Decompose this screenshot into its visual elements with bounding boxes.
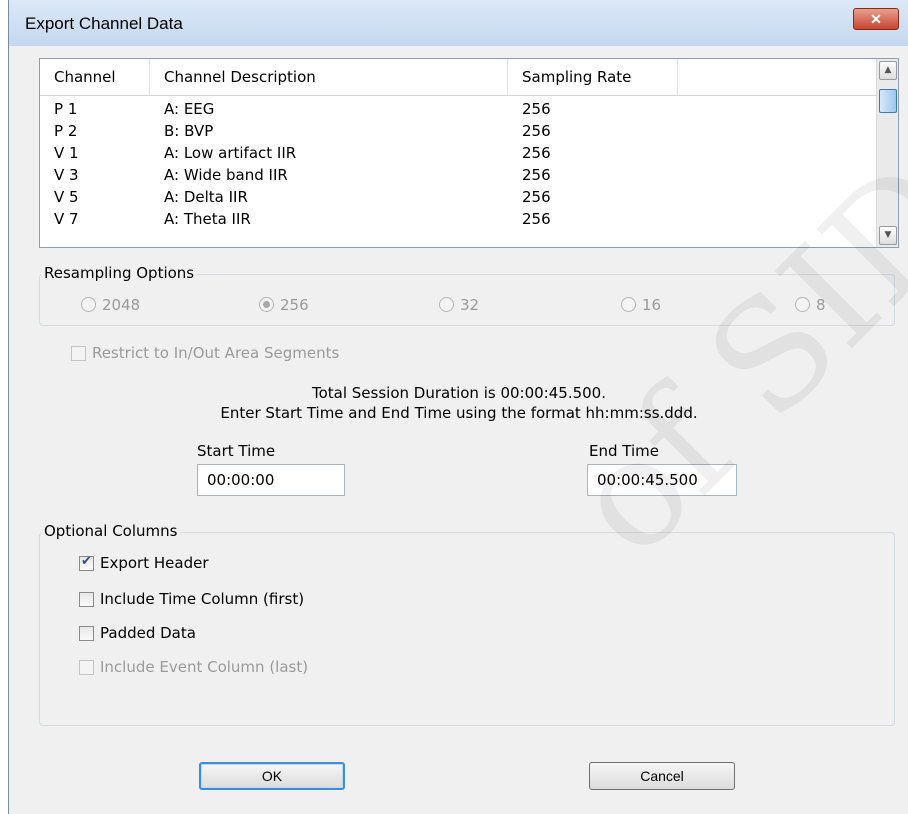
column-header-channel[interactable]: Channel — [40, 59, 150, 95]
channel-list-header: Channel Channel Description Sampling Rat… — [40, 59, 878, 96]
cell-description: A: Theta IIR — [164, 210, 251, 228]
list-item[interactable]: V 5 A: Delta IIR 256 — [40, 185, 878, 207]
cell-channel: V 3 — [54, 166, 79, 184]
checkbox-label: Export Header — [100, 554, 209, 572]
close-icon: ✕ — [870, 11, 882, 27]
export-header-checkbox[interactable]: Export Header — [79, 554, 209, 574]
checkbox-label: Include Time Column (first) — [100, 590, 305, 608]
restrict-segments-checkbox[interactable]: Restrict to In/Out Area Segments — [71, 344, 339, 364]
arrow-up-icon: ▲ — [884, 65, 892, 75]
list-item[interactable]: P 2 B: BVP 256 — [40, 119, 878, 141]
checkbox-indicator — [79, 554, 94, 571]
cell-rate: 256 — [522, 188, 551, 206]
cell-channel: V 7 — [54, 210, 79, 228]
export-dialog: Export Channel Data ✕ Channel Channel De… — [8, 0, 908, 814]
radio-label: 32 — [460, 296, 480, 314]
list-item[interactable]: V 3 A: Wide band IIR 256 — [40, 163, 878, 185]
cell-description: A: Delta IIR — [164, 188, 248, 206]
cell-rate: 256 — [522, 144, 551, 162]
cell-channel: V 1 — [54, 144, 79, 162]
resampling-group-label: Resampling Options — [41, 264, 198, 282]
list-item[interactable]: V 1 A: Low artifact IIR 256 — [40, 141, 878, 163]
scroll-up-button[interactable]: ▲ — [879, 61, 897, 80]
cell-description: A: Low artifact IIR — [164, 144, 297, 162]
column-header-sampling-rate[interactable]: Sampling Rate — [508, 59, 678, 95]
include-event-column-checkbox[interactable]: Include Event Column (last) — [79, 658, 308, 678]
radio-indicator — [621, 297, 636, 312]
cell-rate: 256 — [522, 166, 551, 184]
resample-2048-radio[interactable]: 2048 — [81, 296, 140, 316]
dialog-client-area: Channel Channel Description Sampling Rat… — [9, 46, 908, 814]
optional-columns-group-label: Optional Columns — [41, 522, 181, 540]
title-bar[interactable]: Export Channel Data ✕ — [9, 0, 908, 46]
close-button[interactable]: ✕ — [853, 8, 899, 30]
start-time-input[interactable] — [197, 464, 345, 496]
cell-rate: 256 — [522, 100, 551, 118]
resample-32-radio[interactable]: 32 — [439, 296, 479, 316]
checkbox-label: Padded Data — [100, 624, 196, 642]
column-header-empty — [678, 59, 878, 95]
radio-indicator — [81, 297, 96, 312]
resample-16-radio[interactable]: 16 — [621, 296, 661, 316]
cell-rate: 256 — [522, 122, 551, 140]
ok-button[interactable]: OK — [199, 762, 345, 790]
checkbox-label: Include Event Column (last) — [100, 658, 309, 676]
start-time-label: Start Time — [197, 442, 276, 460]
radio-indicator — [259, 297, 274, 312]
padded-data-checkbox[interactable]: Padded Data — [79, 624, 196, 644]
cell-channel: V 5 — [54, 188, 79, 206]
cell-description: A: EEG — [164, 100, 215, 118]
cell-description: A: Wide band IIR — [164, 166, 288, 184]
channel-list[interactable]: Channel Channel Description Sampling Rat… — [39, 58, 899, 248]
cell-channel: P 1 — [54, 100, 78, 118]
window-title: Export Channel Data — [25, 14, 183, 33]
list-item[interactable]: V 7 A: Theta IIR 256 — [40, 207, 878, 229]
include-time-column-checkbox[interactable]: Include Time Column (first) — [79, 590, 304, 610]
checkbox-indicator — [79, 660, 94, 675]
resample-256-radio[interactable]: 256 — [259, 296, 309, 316]
list-item[interactable]: P 1 A: EEG 256 — [40, 97, 878, 119]
checkbox-indicator — [79, 592, 94, 607]
checkbox-indicator — [71, 346, 86, 361]
cell-description: B: BVP — [164, 122, 214, 140]
checkbox-label: Restrict to In/Out Area Segments — [92, 344, 340, 362]
radio-label: 256 — [280, 296, 309, 314]
cell-rate: 256 — [522, 210, 551, 228]
cell-channel: P 2 — [54, 122, 78, 140]
checkbox-indicator — [79, 626, 94, 641]
radio-label: 2048 — [102, 296, 141, 314]
scroll-thumb[interactable] — [879, 89, 897, 113]
radio-indicator — [439, 297, 454, 312]
column-header-description[interactable]: Channel Description — [150, 59, 508, 95]
cancel-button[interactable]: Cancel — [589, 762, 735, 790]
radio-label: 16 — [642, 296, 662, 314]
